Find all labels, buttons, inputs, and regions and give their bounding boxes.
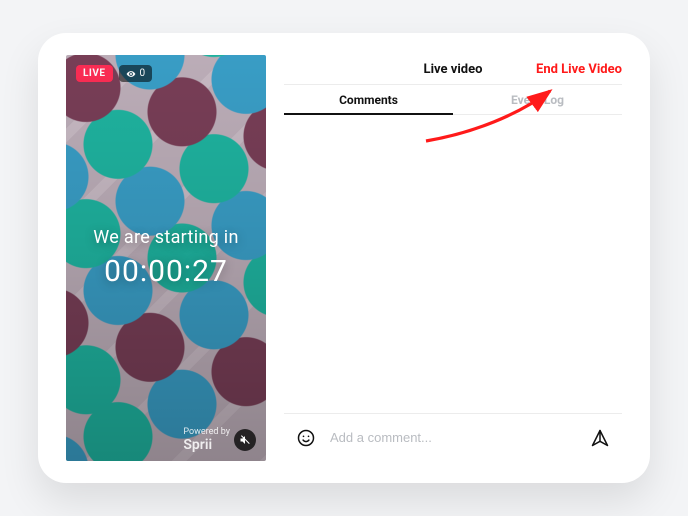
page-title: Live video [424,62,483,77]
video-column: LIVE 0 We are starting in 00:00:27 Power… [66,55,266,461]
send-button[interactable] [586,424,614,452]
right-column: Live video End Live Video Comments Event… [284,55,622,461]
comments-list [284,115,622,413]
overlay-text: We are starting in [93,227,238,248]
header: Live video End Live Video [284,55,622,85]
live-video-panel: LIVE 0 We are starting in 00:00:27 Power… [38,33,650,483]
tabs: Comments Event Log [284,85,622,115]
powered-by-brand: Sprii [183,438,230,453]
emoji-button[interactable] [292,424,320,452]
video-preview[interactable]: LIVE 0 We are starting in 00:00:27 Power… [66,55,266,461]
tab-event-log[interactable]: Event Log [453,85,622,114]
emoji-icon [296,428,316,448]
send-icon [590,428,610,448]
mute-icon [239,434,251,446]
countdown-timer: 00:00:27 [104,254,228,289]
tab-comments[interactable]: Comments [284,85,453,114]
comment-composer [284,413,622,461]
comment-input[interactable] [330,430,576,445]
mute-button[interactable] [234,429,256,451]
video-overlay: We are starting in 00:00:27 [66,55,266,461]
powered-by: Powered by Sprii [183,428,230,453]
end-live-button[interactable]: End Live Video [536,55,622,85]
